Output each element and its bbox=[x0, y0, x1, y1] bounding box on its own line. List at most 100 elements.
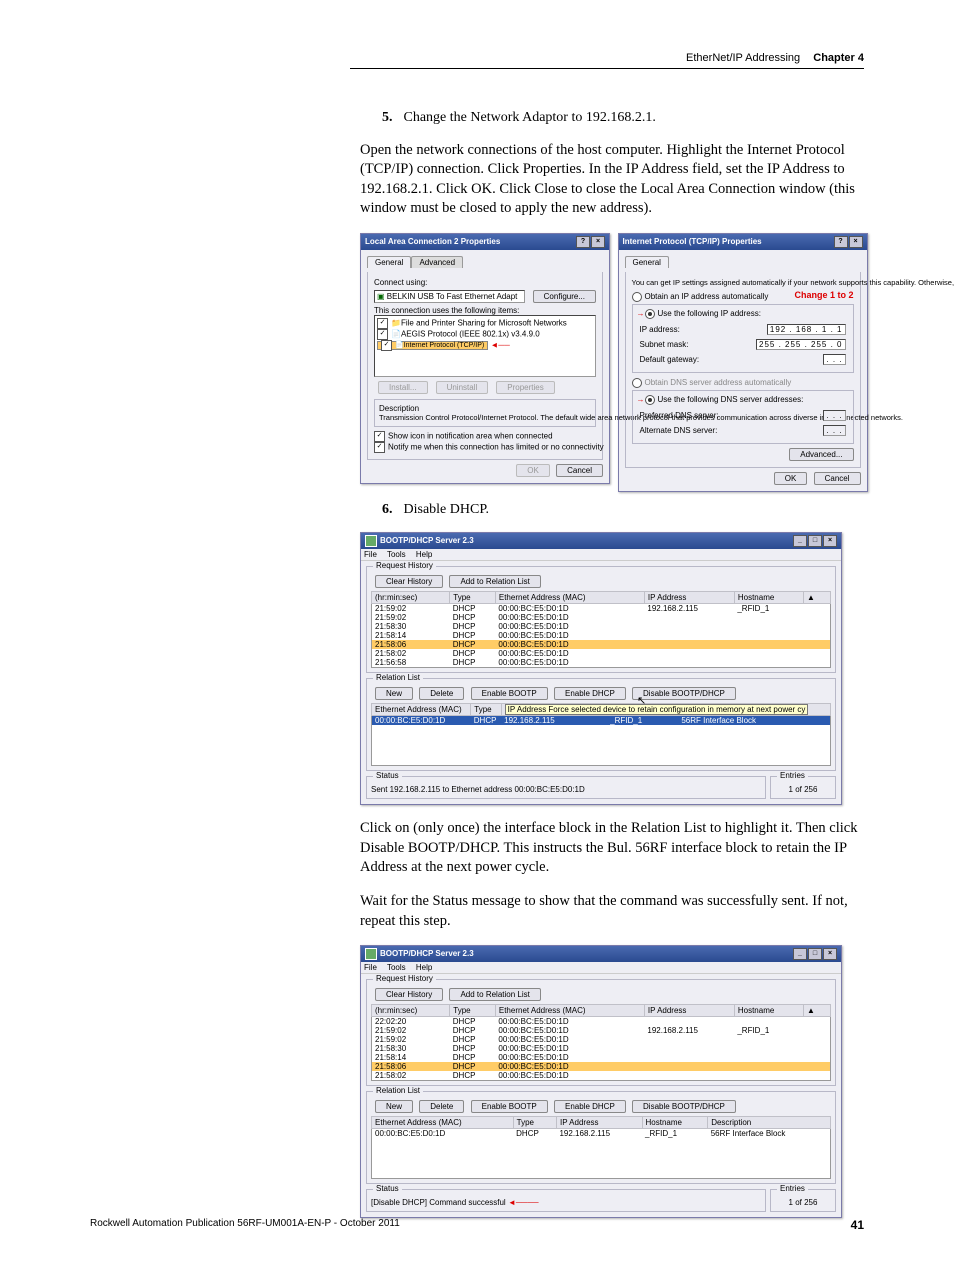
subnet-field[interactable]: 255 . 255 . 255 . 0 bbox=[756, 339, 846, 350]
ok-button-lan[interactable]: OK bbox=[516, 464, 550, 477]
bootp-window-2: BOOTP/DHCP Server 2.3 _□× File Tools Hel… bbox=[360, 945, 842, 1218]
table-row[interactable]: 21:58:30DHCP00:00:BC:E5:D0:1D bbox=[372, 622, 831, 631]
titlebar-tcpip: Internet Protocol (TCP/IP) Properties ?× bbox=[619, 234, 867, 250]
menu-tools[interactable]: Tools bbox=[387, 550, 406, 559]
table-row[interactable]: 21:59:02DHCP00:00:BC:E5:D0:1D192.168.2.1… bbox=[372, 603, 831, 613]
new-button[interactable]: New bbox=[375, 1100, 413, 1113]
groupbox-request-history: Request History Clear History Add to Rel… bbox=[366, 566, 836, 673]
status-box: Status Sent 192.168.2.115 to Ethernet ad… bbox=[366, 776, 766, 799]
tab-general[interactable]: General bbox=[367, 256, 411, 268]
enable-dhcp-button[interactable]: Enable DHCP bbox=[554, 687, 626, 700]
ok-button-tcpip[interactable]: OK bbox=[774, 472, 808, 485]
adapter-name: BELKIN USB To Fast Ethernet Adapt bbox=[387, 292, 518, 301]
maximize-icon[interactable]: □ bbox=[808, 535, 822, 547]
menu-help[interactable]: Help bbox=[416, 963, 432, 972]
new-button[interactable]: New bbox=[375, 687, 413, 700]
table-row[interactable]: 21:59:02DHCP00:00:BC:E5:D0:1D192.168.2.1… bbox=[372, 1026, 831, 1035]
relation-list-table-2[interactable]: Ethernet Address (MAC)TypeIP AddressHost… bbox=[371, 1116, 831, 1179]
delete-button[interactable]: Delete bbox=[419, 687, 464, 700]
radio-use-ip[interactable] bbox=[645, 309, 655, 319]
cancel-button-lan[interactable]: Cancel bbox=[556, 464, 603, 477]
maximize-icon[interactable]: □ bbox=[808, 948, 822, 960]
table-row[interactable]: 21:59:02DHCP00:00:BC:E5:D0:1D bbox=[372, 613, 831, 622]
table-row[interactable]: 21:58:02DHCP00:00:BC:E5:D0:1D bbox=[372, 649, 831, 658]
minimize-icon[interactable]: _ bbox=[793, 535, 807, 547]
close-icon[interactable]: × bbox=[849, 236, 863, 248]
relation-list-table[interactable]: Ethernet Address (MAC)TypeIP Address For… bbox=[371, 703, 831, 766]
pref-dns-field[interactable]: . . . bbox=[823, 410, 845, 421]
add-relation-button[interactable]: Add to Relation List bbox=[449, 575, 540, 588]
table-row[interactable]: 21:58:02DHCP00:00:BC:E5:D0:1D bbox=[372, 1071, 831, 1081]
delete-button[interactable]: Delete bbox=[419, 1100, 464, 1113]
request-history-table[interactable]: (hr:min:sec)TypeEthernet Address (MAC)IP… bbox=[371, 591, 831, 668]
table-row[interactable]: 21:59:02DHCP00:00:BC:E5:D0:1D bbox=[372, 1035, 831, 1044]
label-uses-items: This connection uses the following items… bbox=[374, 306, 596, 315]
tcpip-intro: You can get IP settings assigned automat… bbox=[632, 278, 854, 287]
status-text-2: [Disable DHCP] Command successful bbox=[371, 1198, 506, 1207]
close-icon[interactable]: × bbox=[591, 236, 605, 248]
protocol-list[interactable]: ✓📁File and Printer Sharing for Microsoft… bbox=[374, 315, 596, 377]
table-row[interactable]: 21:58:14DHCP00:00:BC:E5:D0:1D bbox=[372, 631, 831, 640]
table-row[interactable]: 22:02:20DHCP00:00:BC:E5:D0:1D bbox=[372, 1017, 831, 1027]
relation-row-selected[interactable]: 00:00:BC:E5:D0:1DDHCP192.168.2.115_RFID_… bbox=[372, 715, 831, 725]
enable-bootp-button[interactable]: Enable BOOTP bbox=[471, 687, 548, 700]
radio-use-dns[interactable] bbox=[645, 395, 655, 405]
status-box-2: Status [Disable DHCP] Command successful… bbox=[366, 1189, 766, 1212]
add-relation-button[interactable]: Add to Relation List bbox=[449, 988, 540, 1001]
menu-help[interactable]: Help bbox=[416, 550, 432, 559]
relation-row[interactable]: 00:00:BC:E5:D0:1DDHCP192.168.2.115_RFID_… bbox=[372, 1129, 831, 1139]
menu-file[interactable]: File bbox=[364, 963, 377, 972]
table-row[interactable]: 21:58:06DHCP00:00:BC:E5:D0:1D bbox=[372, 640, 831, 649]
close-icon[interactable]: × bbox=[823, 948, 837, 960]
step-5-num: 5. bbox=[382, 110, 400, 126]
table-row[interactable]: 21:58:30DHCP00:00:BC:E5:D0:1D bbox=[372, 1044, 831, 1053]
tab-general-2[interactable]: General bbox=[625, 256, 669, 268]
menu-tools[interactable]: Tools bbox=[387, 963, 406, 972]
clear-history-button[interactable]: Clear History bbox=[375, 988, 443, 1001]
clear-history-button[interactable]: Clear History bbox=[375, 575, 443, 588]
radio-auto-ip[interactable] bbox=[632, 292, 642, 302]
step-6-text: Disable DHCP. bbox=[404, 502, 490, 517]
configure-button[interactable]: Configure... bbox=[533, 290, 596, 303]
checkbox-notify[interactable]: ✓ bbox=[374, 442, 385, 453]
request-history-table-2[interactable]: (hr:min:sec)TypeEthernet Address (MAC)IP… bbox=[371, 1004, 831, 1081]
cancel-button-tcpip[interactable]: Cancel bbox=[814, 472, 861, 485]
table-row[interactable]: 21:56:58DHCP00:00:BC:E5:D0:1D bbox=[372, 658, 831, 668]
paragraph-click-once: Click on (only once) the interface block… bbox=[360, 819, 870, 878]
alt-dns-field[interactable]: . . . bbox=[823, 425, 845, 436]
gateway-field[interactable]: . . . bbox=[823, 354, 845, 365]
properties-button[interactable]: Properties bbox=[496, 381, 554, 394]
change-annotation: Change 1 to 2 bbox=[794, 290, 853, 300]
entries-box: Entries 1 of 256 bbox=[770, 776, 836, 799]
uninstall-button[interactable]: Uninstall bbox=[436, 381, 489, 394]
checkbox-show-icon[interactable]: ✓ bbox=[374, 431, 385, 442]
menu-file[interactable]: File bbox=[364, 550, 377, 559]
desc-text: Transmission Control Protocol/Internet P… bbox=[379, 413, 591, 422]
header-section: EtherNet/IP Addressing bbox=[686, 52, 800, 64]
title-lan: Local Area Connection 2 Properties bbox=[365, 237, 500, 246]
help-icon[interactable]: ? bbox=[834, 236, 848, 248]
paragraph-open-conn: Open the network connections of the host… bbox=[360, 141, 870, 219]
footer-page-number: 41 bbox=[851, 1218, 864, 1232]
groupbox-request-history-2: Request History Clear History Add to Rel… bbox=[366, 979, 836, 1086]
titlebar-lan: Local Area Connection 2 Properties ?× bbox=[361, 234, 609, 250]
tab-advanced[interactable]: Advanced bbox=[411, 256, 463, 268]
menubar: File Tools Help bbox=[361, 549, 841, 561]
help-icon[interactable]: ? bbox=[576, 236, 590, 248]
menubar: File Tools Help bbox=[361, 962, 841, 974]
step-6-num: 6. bbox=[382, 502, 400, 518]
minimize-icon[interactable]: _ bbox=[793, 948, 807, 960]
table-row[interactable]: 21:58:14DHCP00:00:BC:E5:D0:1D bbox=[372, 1053, 831, 1062]
ip-field[interactable]: 192 . 168 . 1 . 1 bbox=[767, 324, 846, 335]
disable-bootp-dhcp-button[interactable]: Disable BOOTP/DHCP↖ bbox=[632, 687, 736, 700]
install-button[interactable]: Install... bbox=[378, 381, 428, 394]
table-row[interactable]: 21:58:06DHCP00:00:BC:E5:D0:1D bbox=[372, 1062, 831, 1071]
advanced-button[interactable]: Advanced... bbox=[789, 448, 853, 461]
enable-bootp-button[interactable]: Enable BOOTP bbox=[471, 1100, 548, 1113]
header-rule bbox=[350, 68, 864, 69]
figure-network-dialogs: Local Area Connection 2 Properties ?× Ge… bbox=[360, 233, 870, 492]
close-icon[interactable]: × bbox=[823, 535, 837, 547]
disable-bootp-dhcp-button[interactable]: Disable BOOTP/DHCP bbox=[632, 1100, 736, 1113]
bootp-window-1: BOOTP/DHCP Server 2.3 _□× File Tools Hel… bbox=[360, 532, 842, 805]
enable-dhcp-button[interactable]: Enable DHCP bbox=[554, 1100, 626, 1113]
